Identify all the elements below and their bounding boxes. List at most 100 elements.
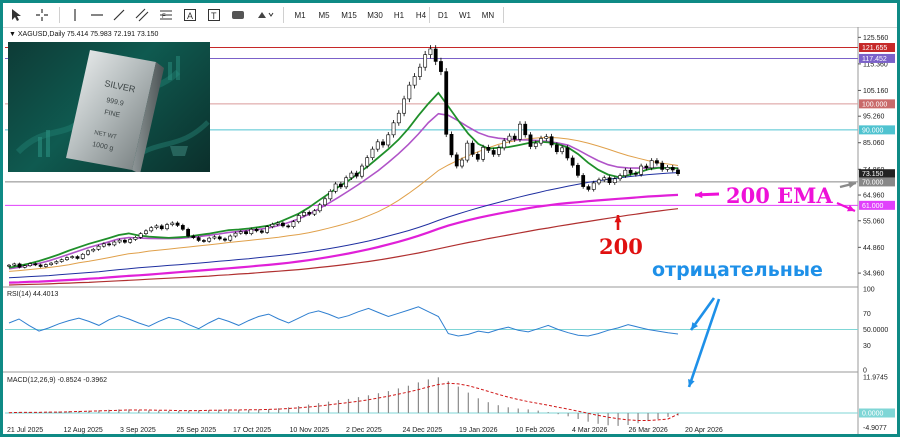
- candle-body: [465, 142, 470, 161]
- candle-body: [496, 147, 501, 155]
- date-tick-label: 24 Dec 2025: [403, 427, 443, 434]
- candle-body: [560, 147, 565, 153]
- candle-body: [349, 172, 354, 179]
- timeframe-m30[interactable]: M30: [363, 5, 387, 25]
- candle-body: [460, 159, 464, 167]
- candle-body: [101, 243, 106, 247]
- candle-body: [175, 222, 180, 226]
- candle-body: [159, 225, 164, 230]
- candle-body: [233, 232, 238, 237]
- candle-body: [149, 227, 154, 232]
- candle-body: [259, 230, 264, 233]
- ema200-arrow-head: [695, 191, 703, 199]
- candle-body: [628, 169, 633, 174]
- candle-body: [670, 167, 675, 171]
- vertical-line-icon[interactable]: [65, 5, 85, 25]
- candle-body: [533, 142, 538, 147]
- candle-body: [186, 228, 191, 237]
- fibonacci-icon[interactable]: F: [155, 5, 177, 25]
- crosshair-icon[interactable]: [31, 5, 53, 25]
- candle-body: [254, 228, 259, 232]
- svg-text:A: A: [187, 11, 193, 21]
- candle-body: [217, 236, 222, 240]
- date-tick-label: 20 Apr 2026: [685, 427, 723, 434]
- candle-body: [212, 236, 217, 239]
- price-tick-label: 95.260: [863, 114, 885, 121]
- candle-body: [265, 226, 270, 233]
- price-tag-label: 117.452: [862, 56, 887, 63]
- price-tick-label: 44.860: [863, 245, 885, 252]
- candle-body: [196, 237, 201, 241]
- rsi-tick-label: 30: [863, 343, 871, 350]
- candle-body: [338, 183, 343, 188]
- candle-body: [381, 141, 385, 146]
- candle-body: [360, 165, 364, 177]
- candle-body: [633, 173, 638, 175]
- candle-body: [428, 48, 433, 55]
- candle-body: [202, 240, 206, 242]
- timeframe-h1[interactable]: H1: [389, 5, 409, 25]
- candle-body: [117, 239, 122, 243]
- candle-body: [676, 169, 680, 175]
- candle-body: [655, 160, 659, 164]
- candle-body: [96, 245, 101, 250]
- candle-body: [12, 263, 17, 266]
- candle-body: [581, 175, 586, 187]
- candle-body: [423, 54, 428, 68]
- candle-body: [180, 225, 185, 230]
- candle-body: [660, 162, 665, 170]
- negative-annotation: отрицательные: [652, 259, 823, 281]
- price-tick-label: 105.160: [863, 88, 888, 95]
- candle-body: [28, 263, 32, 267]
- timeframe-mn[interactable]: MN: [477, 5, 499, 25]
- candle-body: [386, 134, 391, 146]
- timeframe-d1[interactable]: D1: [433, 5, 453, 25]
- timeframe-w1[interactable]: W1: [455, 5, 475, 25]
- price-tag-label: 121.655: [862, 45, 887, 52]
- text-tool-icon[interactable]: A: [179, 5, 201, 25]
- date-tick-label: 26 Mar 2026: [629, 427, 668, 434]
- candle-body: [665, 167, 670, 170]
- candle-body: [138, 233, 143, 238]
- candle-body: [238, 231, 243, 234]
- candle-body: [402, 98, 406, 114]
- candle-body: [539, 138, 543, 144]
- rectangle-tool-icon[interactable]: [227, 5, 249, 25]
- timeframe-m1[interactable]: M1: [289, 5, 311, 25]
- rsi-tick-label: 50.0000: [863, 327, 888, 334]
- text-label-icon[interactable]: T: [203, 5, 225, 25]
- equidistant-channel-icon[interactable]: [131, 5, 153, 25]
- candle-body: [80, 253, 85, 259]
- candle-body: [512, 135, 517, 140]
- candle-body: [65, 257, 69, 261]
- candle-body: [128, 239, 133, 243]
- candle-body: [586, 186, 591, 190]
- candle-body: [449, 134, 454, 156]
- candle-body: [491, 150, 496, 155]
- candle-body: [502, 140, 507, 149]
- candle-body: [365, 157, 370, 167]
- candle-body: [623, 169, 628, 176]
- candle-body: [312, 210, 317, 215]
- cursor-icon[interactable]: [5, 5, 27, 25]
- candle-body: [417, 66, 422, 77]
- price-tick-label: 85.060: [863, 140, 885, 147]
- candle-body: [323, 198, 327, 206]
- candle-body: [528, 134, 533, 147]
- candle-body: [43, 264, 48, 267]
- timeframe-h4[interactable]: H4: [411, 5, 431, 25]
- candle-body: [112, 241, 117, 246]
- candle-body: [407, 84, 412, 100]
- candle-body: [433, 48, 438, 62]
- rsi-tick-label: 70: [863, 311, 871, 318]
- price-tick-label: 34.960: [863, 271, 885, 278]
- trendline-icon[interactable]: [109, 5, 129, 25]
- date-tick-label: 19 Jan 2026: [459, 427, 498, 434]
- timeframe-m15[interactable]: M15: [337, 5, 361, 25]
- rsi-tick-label: 0: [863, 368, 867, 375]
- timeframe-m5[interactable]: M5: [313, 5, 335, 25]
- candle-body: [612, 178, 617, 183]
- horizontal-line-icon[interactable]: [87, 5, 107, 25]
- shapes-dropdown-icon[interactable]: [253, 5, 279, 25]
- toolbar-separator: [59, 7, 60, 23]
